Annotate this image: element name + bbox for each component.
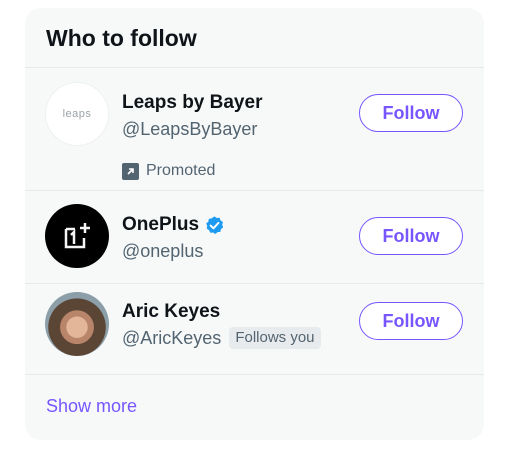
show-more-link[interactable]: Show more (46, 396, 137, 417)
avatar[interactable] (45, 204, 109, 268)
display-name-text: OnePlus (122, 214, 200, 235)
verified-badge-icon (206, 215, 224, 234)
follows-you-badge: Follows you (229, 327, 321, 349)
user-info: Leaps by Bayer @LeapsByBayer (122, 91, 262, 141)
user-row-leaps-by-bayer[interactable]: leaps Leaps by Bayer @LeapsByBayer Promo… (25, 68, 484, 191)
promoted-text: Promoted (146, 162, 216, 179)
display-name[interactable]: Aric Keyes (122, 300, 321, 324)
display-name[interactable]: Leaps by Bayer (122, 91, 262, 115)
oneplus-logo-icon (64, 223, 90, 249)
display-name-text: Aric Keyes (122, 301, 221, 322)
display-name-text: Leaps by Bayer (122, 92, 263, 113)
handle: @AricKeyes Follows you (122, 326, 321, 350)
who-to-follow-panel: Who to follow leaps Leaps by Bayer @Leap… (25, 8, 484, 440)
user-row-aric-keyes[interactable]: Aric Keyes @AricKeyes Follows you Follow (25, 284, 484, 375)
user-row-oneplus[interactable]: OnePlus @oneplus Follow (25, 191, 484, 284)
user-info: Aric Keyes @AricKeyes Follows you (122, 300, 321, 350)
handle-text: @LeapsByBayer (122, 119, 258, 139)
display-name[interactable]: OnePlus (122, 213, 225, 237)
avatar[interactable]: leaps (45, 82, 109, 146)
panel-title: Who to follow (25, 8, 484, 68)
follow-button[interactable]: Follow (359, 94, 463, 132)
handle: @LeapsByBayer (122, 117, 262, 141)
avatar-logo-text: leaps (62, 108, 92, 120)
follow-button[interactable]: Follow (359, 302, 463, 340)
handle: @oneplus (122, 239, 225, 263)
user-info: OnePlus @oneplus (122, 213, 225, 263)
handle-text: @oneplus (122, 241, 204, 261)
promoted-icon (122, 162, 139, 180)
handle-text: @AricKeyes (122, 328, 222, 348)
follow-button[interactable]: Follow (359, 217, 463, 255)
promoted-label: Promoted (122, 162, 215, 180)
avatar[interactable] (45, 292, 109, 356)
